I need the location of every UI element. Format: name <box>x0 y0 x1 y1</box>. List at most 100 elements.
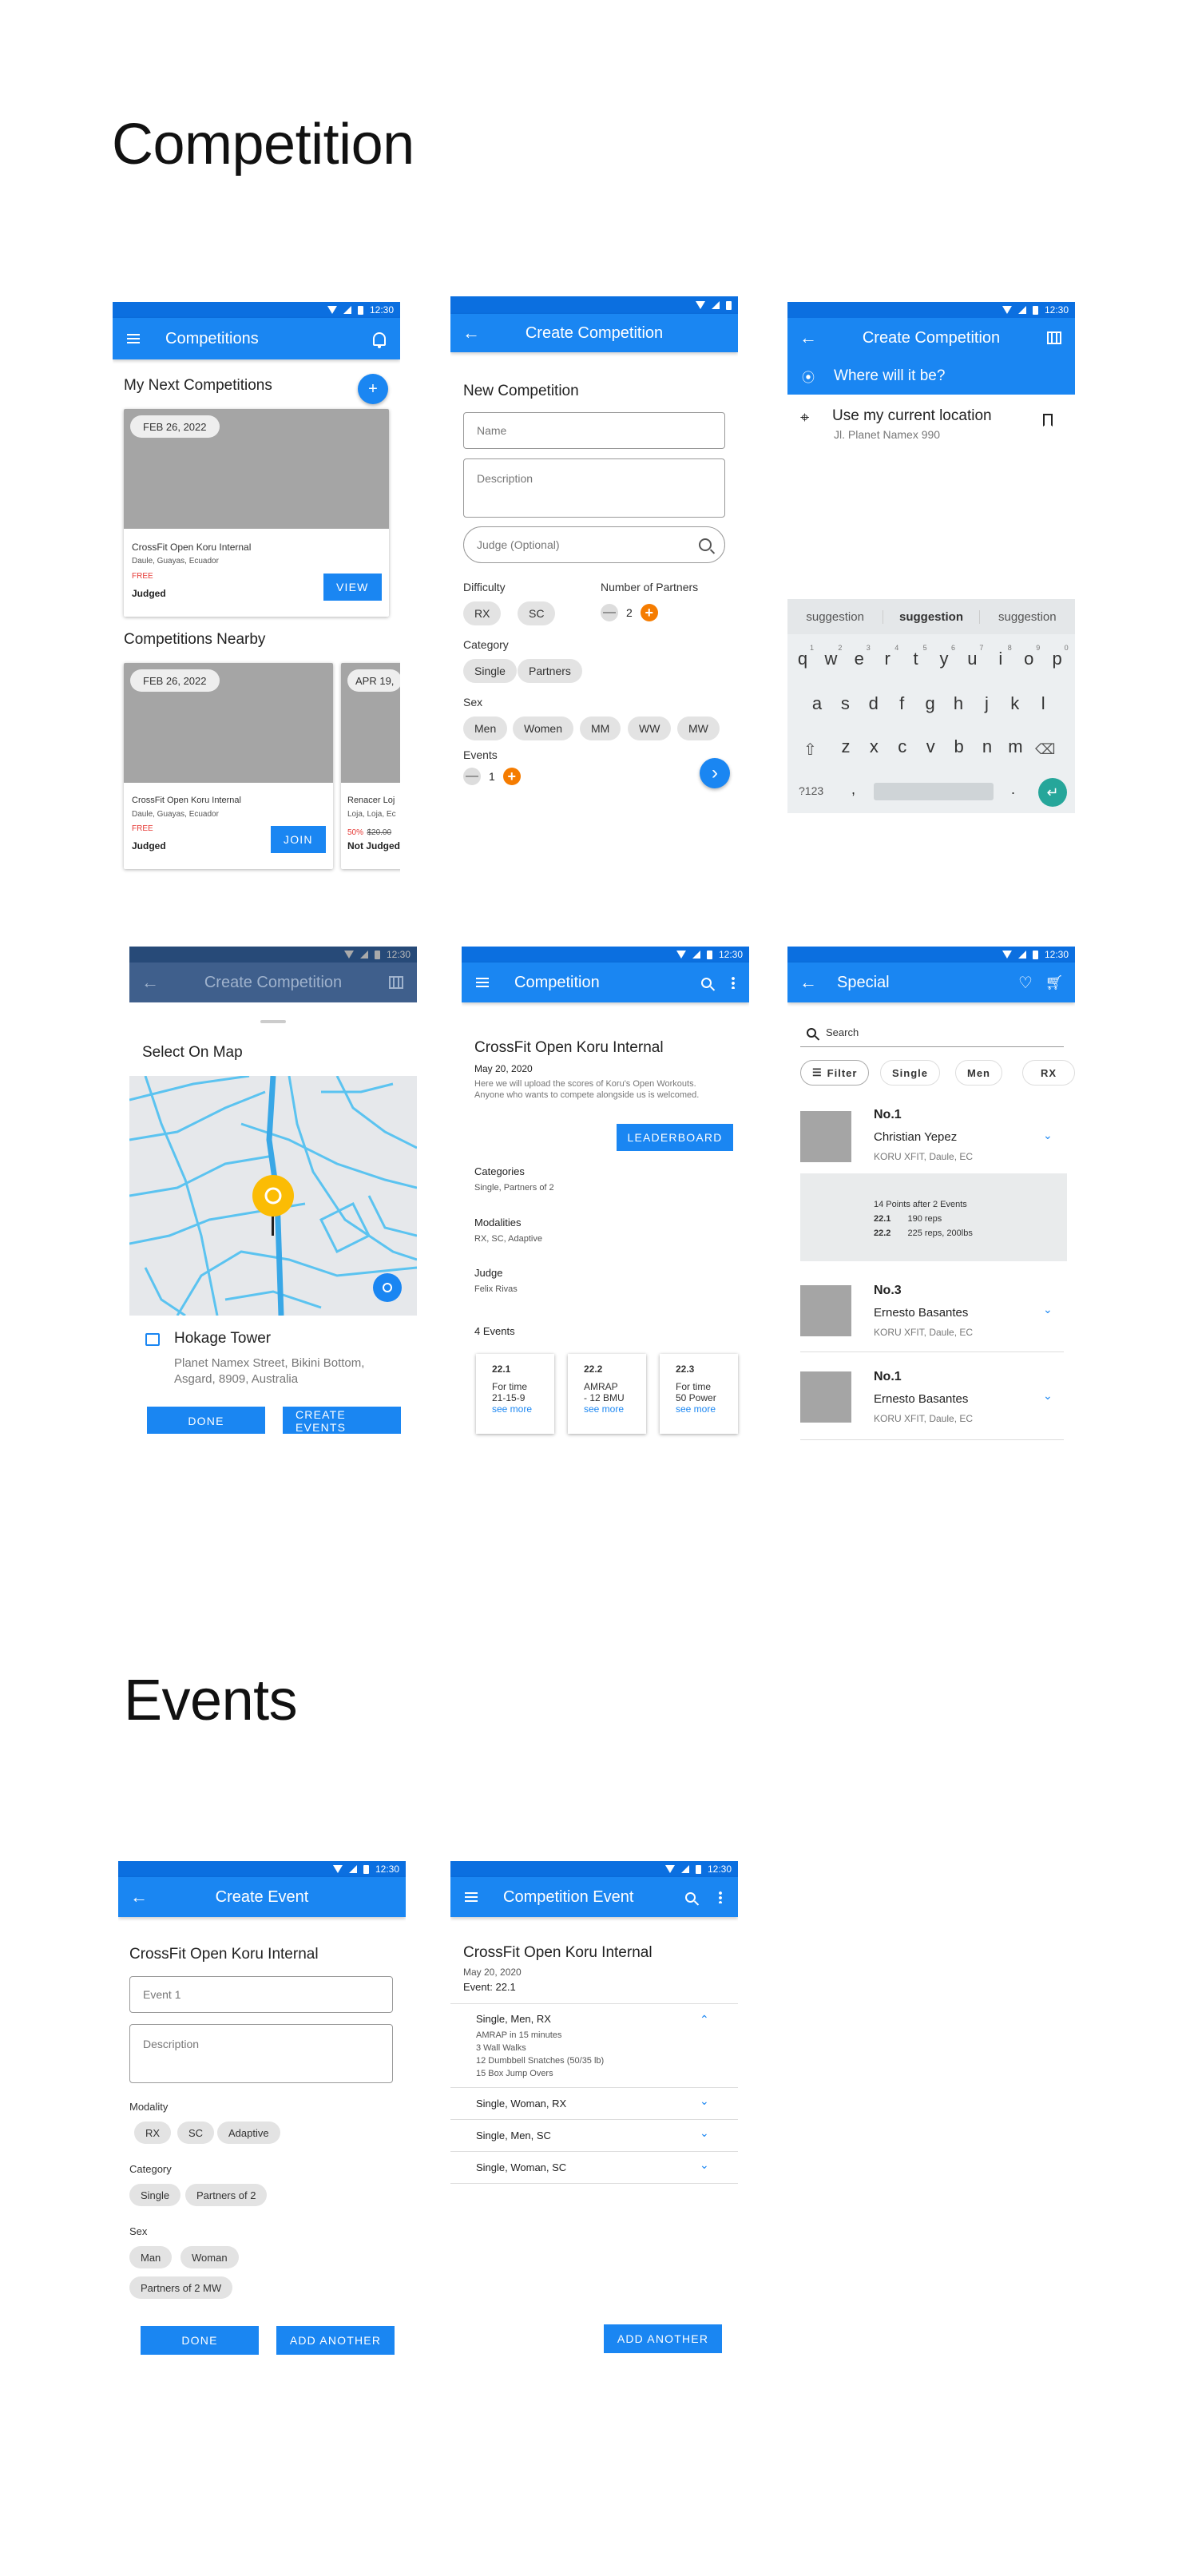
plus-icon[interactable]: + <box>502 768 521 785</box>
bookmark-icon[interactable] <box>1043 414 1053 427</box>
chevron-down-icon[interactable]: ⌄ <box>700 2126 709 2140</box>
keyboard-key[interactable]: j <box>974 693 998 714</box>
done-button[interactable]: DONE <box>147 1407 265 1434</box>
map-view[interactable] <box>129 1076 417 1316</box>
leaderboard-row[interactable]: No.3 Ernesto Basantes KORU XFIT, Daule, … <box>800 1266 1064 1352</box>
sheet-handle[interactable] <box>260 1020 286 1023</box>
event-name-field[interactable]: Event 1 <box>129 1976 393 2013</box>
suggestion[interactable]: suggestion <box>980 610 1075 624</box>
chevron-down-icon[interactable]: ⌄ <box>700 2158 709 2172</box>
keyboard-key[interactable]: d <box>862 693 886 714</box>
partners-stepper[interactable]: — 2 + <box>601 604 658 621</box>
join-button[interactable]: JOIN <box>271 826 326 853</box>
keyboard-key[interactable]: a <box>805 693 829 714</box>
keyboard-key[interactable]: m <box>1003 736 1027 757</box>
sex-chip-ww[interactable]: WW <box>628 716 672 740</box>
chevron-down-icon[interactable]: ⌄ <box>1043 1303 1053 1316</box>
filter-chip[interactable]: ☰ Filter <box>800 1060 870 1086</box>
keyboard-key[interactable]: v <box>918 736 942 757</box>
keyboard-key[interactable]: k <box>1003 693 1027 714</box>
filter-chip-single[interactable]: Single <box>880 1060 941 1086</box>
chevron-down-icon[interactable]: ⌄ <box>1043 1129 1053 1142</box>
modality-chip-sc[interactable]: SC <box>177 2122 215 2144</box>
sex-chip-women[interactable]: Women <box>513 716 573 740</box>
see-more-link[interactable]: see more <box>676 1403 738 1415</box>
suggestion[interactable]: suggestion <box>787 610 883 624</box>
leaderboard-button[interactable]: LEADERBOARD <box>617 1124 733 1151</box>
next-button[interactable]: › <box>700 758 730 788</box>
event-card[interactable]: 22.2 AMRAP - 12 BMU see more <box>568 1354 646 1434</box>
more-vert-icon[interactable] <box>724 973 743 992</box>
description-field[interactable]: Description <box>463 458 725 518</box>
shift-icon[interactable]: ⇧ <box>803 740 817 760</box>
sex-chip-woman[interactable]: Woman <box>180 2246 239 2268</box>
minus-icon[interactable]: — <box>601 604 618 621</box>
keyboard-key[interactable]: z <box>834 736 858 757</box>
category-chip-single[interactable]: Single <box>463 659 517 683</box>
menu-icon[interactable] <box>124 329 143 348</box>
back-arrow-icon[interactable]: ← <box>799 973 818 992</box>
sex-chip-mm[interactable]: MM <box>580 716 621 740</box>
category-chip-single[interactable]: Single <box>129 2184 181 2206</box>
modality-chip-adaptive[interactable]: Adaptive <box>217 2122 280 2144</box>
sex-chip-partners-mw[interactable]: Partners of 2 MW <box>129 2276 233 2299</box>
sex-chip-mw[interactable]: MW <box>677 716 720 740</box>
chevron-down-icon[interactable]: ⌄ <box>1043 1389 1053 1403</box>
heart-icon[interactable]: ♡ <box>1016 973 1035 992</box>
group-row[interactable]: Single, Woman, SC ⌄ <box>450 2152 738 2184</box>
menu-icon[interactable] <box>462 1887 481 1907</box>
description-field[interactable]: Description <box>129 2024 393 2083</box>
my-competition-card[interactable]: FEB 26, 2022 CrossFit Open Koru Internal… <box>124 409 389 617</box>
difficulty-chip-sc[interactable]: SC <box>518 601 556 625</box>
view-button[interactable]: VIEW <box>323 574 382 601</box>
keyboard-key[interactable]: x <box>862 736 886 757</box>
modality-chip-rx[interactable]: RX <box>134 2122 172 2144</box>
spacebar[interactable] <box>874 783 994 800</box>
add-competition-button[interactable]: + <box>358 374 388 404</box>
done-button[interactable]: DONE <box>141 2326 259 2355</box>
see-more-link[interactable]: see more <box>584 1403 646 1415</box>
category-chip-partners[interactable]: Partners <box>518 659 582 683</box>
bell-icon[interactable] <box>370 329 389 348</box>
enter-key[interactable]: ↵ <box>1038 778 1067 807</box>
filter-chip-men[interactable]: Men <box>955 1060 1002 1086</box>
group-row-expanded[interactable]: Single, Men, RX ⌃ AMRAP in 15 minutes 3 … <box>450 2003 738 2088</box>
symbols-key[interactable]: ?123 <box>799 784 823 797</box>
add-another-button[interactable]: ADD ANOTHER <box>604 2324 722 2353</box>
group-row[interactable]: Single, Woman, RX ⌄ <box>450 2088 738 2120</box>
search-icon[interactable] <box>680 1887 700 1907</box>
create-events-button[interactable]: CREATE EVENTS <box>283 1407 401 1434</box>
comma-key[interactable]: , <box>851 781 855 798</box>
nearby-card-2[interactable]: APR 19, Renacer Loj Loja, Loja, Ec 50% $… <box>341 663 400 869</box>
filter-chip-rx[interactable]: RX <box>1022 1060 1075 1086</box>
event-card[interactable]: 22.3 For time 50 Power see more <box>660 1354 738 1434</box>
judge-field[interactable]: Judge (Optional) <box>463 526 725 563</box>
backspace-icon[interactable]: ⌫ <box>1035 741 1055 758</box>
more-vert-icon[interactable] <box>711 1887 730 1907</box>
chevron-up-icon[interactable]: ⌃ <box>700 2013 709 2026</box>
sex-chip-men[interactable]: Men <box>463 716 508 740</box>
period-key[interactable]: . <box>1011 781 1015 798</box>
search-bar[interactable]: Search <box>800 1018 1064 1047</box>
search-input[interactable]: Search <box>826 1026 859 1038</box>
keyboard-key[interactable]: l <box>1031 693 1055 714</box>
keyboard-key[interactable]: g <box>918 693 942 714</box>
menu-icon[interactable] <box>473 973 492 992</box>
see-more-link[interactable]: see more <box>492 1403 554 1415</box>
leaderboard-row[interactable]: No.1 Ernesto Basantes KORU XFIT, Daule, … <box>800 1352 1064 1440</box>
plus-icon[interactable]: + <box>640 604 658 621</box>
suggestion[interactable]: suggestion <box>883 609 980 624</box>
name-field[interactable]: Name <box>463 412 725 449</box>
event-card[interactable]: 22.1 For time 21-15-9 see more <box>476 1354 554 1434</box>
minus-icon[interactable]: — <box>463 768 481 785</box>
search-icon[interactable] <box>696 973 716 992</box>
keyboard-key[interactable]: h <box>946 693 970 714</box>
keyboard-key[interactable]: c <box>890 736 914 757</box>
map-icon[interactable] <box>1045 328 1064 347</box>
cart-icon[interactable]: 🛒︎ <box>1045 973 1064 992</box>
category-chip-partners[interactable]: Partners of 2 <box>185 2184 268 2206</box>
keyboard-key[interactable]: b <box>947 736 971 757</box>
search-icon[interactable] <box>699 538 712 551</box>
nearby-card-1[interactable]: FEB 26, 2022 CrossFit Open Koru Internal… <box>124 663 333 869</box>
add-another-button[interactable]: ADD ANOTHER <box>276 2326 395 2355</box>
